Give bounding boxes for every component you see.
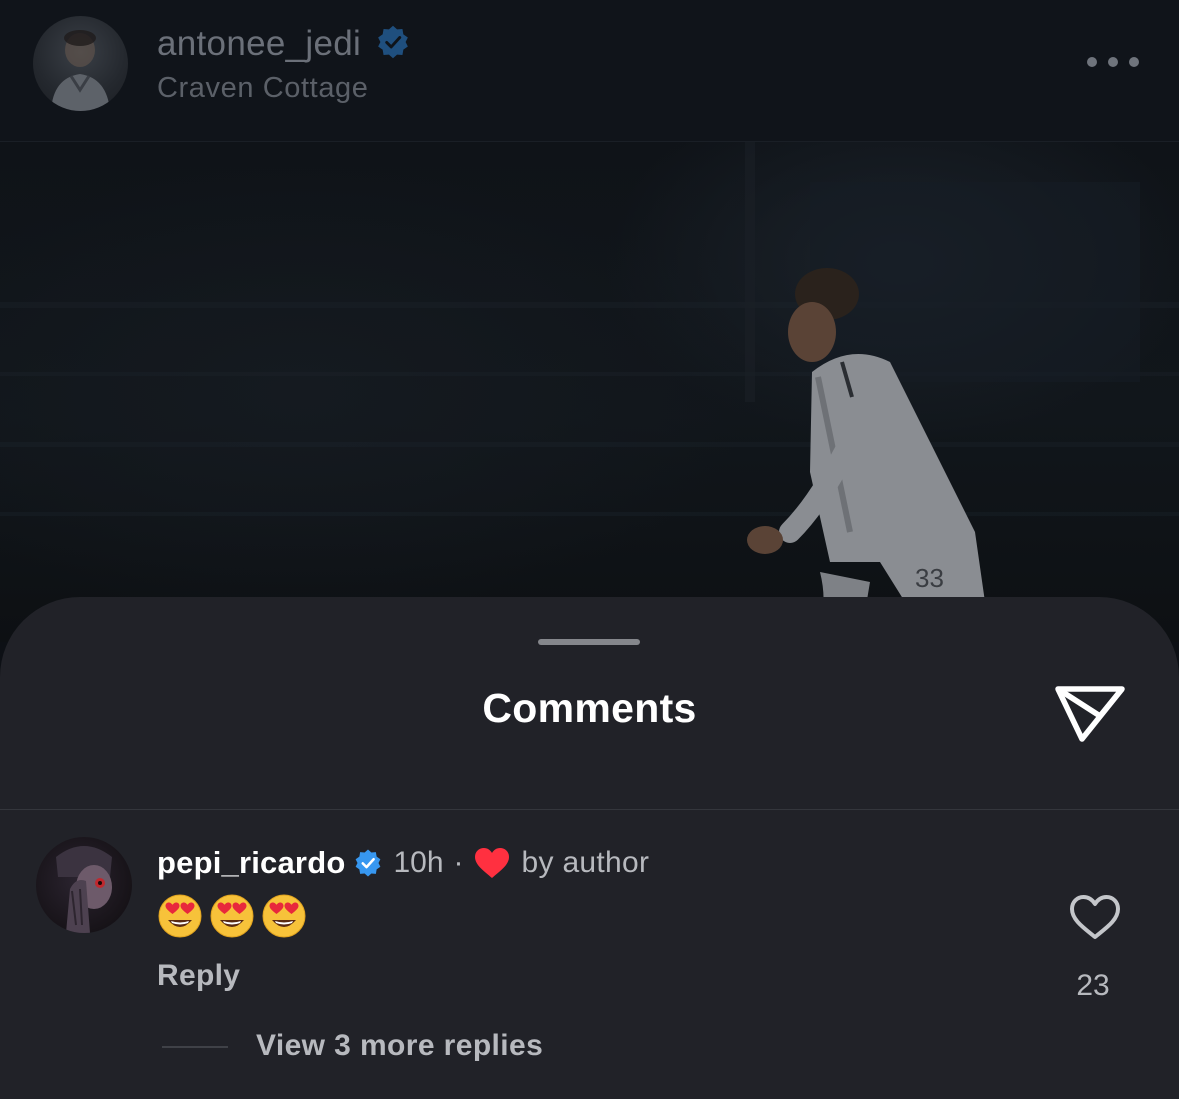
author-avatar[interactable]: [33, 16, 128, 111]
author-row: antonee_jedi: [157, 22, 411, 66]
verified-badge-icon: [375, 24, 411, 65]
reply-button[interactable]: Reply: [157, 959, 240, 993]
post-photo[interactable]: 33: [0, 142, 1179, 642]
like-comment-button[interactable]: [1068, 893, 1122, 941]
comments-sheet: Comments pepi_ricardo 10h · by author Re…: [0, 597, 1179, 1099]
view-more-replies-button[interactable]: View 3 more replies: [256, 1029, 543, 1063]
liked-by-author-label: by author: [521, 846, 650, 879]
meta-separator: ·: [453, 846, 464, 879]
post-header: antonee_jedi Craven Cottage: [0, 0, 1179, 142]
commenter-username[interactable]: pepi_ricardo: [157, 845, 345, 881]
football-player-photo: 33: [0, 142, 1179, 642]
heart-outline-icon: [1070, 895, 1120, 939]
sheet-divider: [0, 809, 1179, 810]
more-dot: [1108, 57, 1118, 67]
like-count: 23: [1076, 969, 1110, 1002]
replies-divider-line: [162, 1046, 228, 1048]
heart-eyes-emoji: [210, 894, 254, 938]
svg-text:33: 33: [915, 563, 944, 593]
author-username[interactable]: antonee_jedi: [157, 24, 361, 64]
paper-plane-icon: [1055, 686, 1125, 742]
comment-meta: pepi_ricardo 10h · by author: [157, 840, 649, 886]
share-button[interactable]: [1052, 681, 1128, 747]
post-location[interactable]: Craven Cottage: [157, 72, 369, 105]
heart-filled-icon: [474, 847, 510, 879]
commenter-avatar[interactable]: [36, 837, 132, 933]
more-horizontal-icon: [1087, 57, 1097, 67]
comments-title: Comments: [482, 685, 697, 731]
comment-timestamp: 10h: [393, 846, 444, 879]
verified-badge-icon: [353, 848, 383, 878]
heart-eyes-emoji: [262, 894, 306, 938]
heart-eyes-emoji: [158, 894, 202, 938]
more-dot: [1129, 57, 1139, 67]
sheet-grabber-handle[interactable]: [538, 639, 640, 645]
comment-text: [157, 893, 307, 939]
more-options-button[interactable]: [1087, 44, 1139, 80]
instagram-post-screen: antonee_jedi Craven Cottage 33 Comments …: [0, 0, 1179, 1099]
